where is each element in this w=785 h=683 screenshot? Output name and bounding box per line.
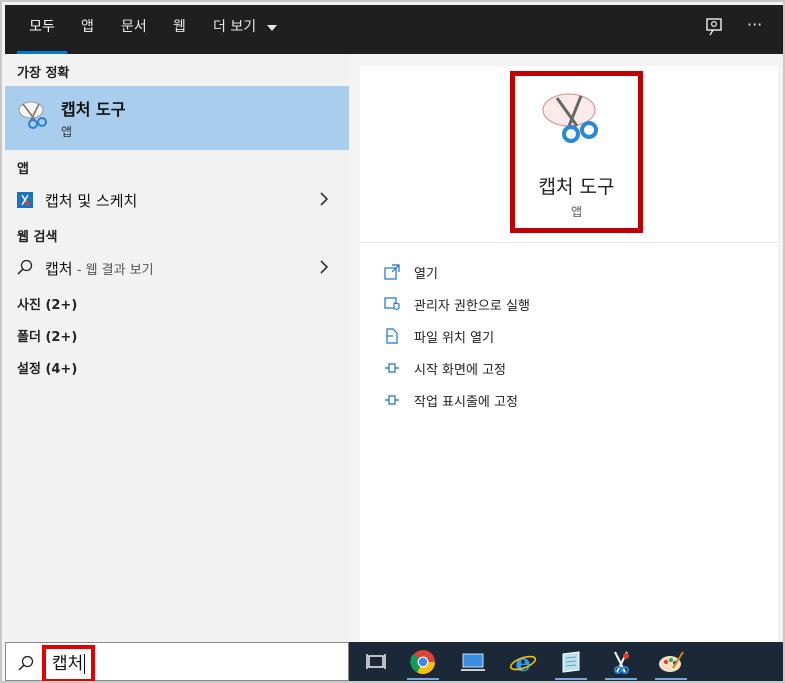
text-cursor <box>84 654 86 674</box>
chrome-icon[interactable] <box>407 646 439 680</box>
internet-explorer-icon[interactable]: e <box>507 646 539 678</box>
action-label: 파일 위치 열기 <box>414 331 495 346</box>
results-pane: 가장 정확 캡처 도구 앱 앱 캡처 및 스케치 웹 검색 캡처 - 웹 결과 … <box>5 54 349 642</box>
action-open-file-location[interactable]: 파일 위치 열기 <box>384 324 764 348</box>
notepad-icon[interactable] <box>555 646 587 680</box>
tab-all[interactable]: 모두 <box>17 5 67 54</box>
web-suffix: - 웹 결과 보기 <box>72 263 154 278</box>
snip-sketch-icon[interactable] <box>605 646 637 680</box>
best-match-subtitle: 앱 <box>61 125 73 139</box>
best-match-header: 가장 정확 <box>17 66 70 81</box>
chevron-down-icon <box>266 5 277 49</box>
more-icon[interactable]: ··· <box>747 15 771 39</box>
action-label: 작업 표시줄에 고정 <box>414 395 518 410</box>
best-match-title: 캡처 도구 <box>61 100 126 119</box>
chevron-right-icon[interactable] <box>317 259 331 274</box>
search-filter-bar: 모두 앱 문서 웹 더 보기 ··· <box>5 5 783 54</box>
action-run-as-admin[interactable]: 관리자 권한으로 실행 <box>384 292 764 316</box>
list-item-snip-sketch[interactable]: 캡처 및 스케치 <box>5 182 349 216</box>
photos-group[interactable]: 사진 (2+) <box>17 294 77 313</box>
snip-sketch-icon <box>17 192 33 212</box>
preview-subtitle: 앱 <box>570 205 583 219</box>
feedback-icon[interactable] <box>705 17 729 41</box>
task-view-icon[interactable] <box>360 646 392 678</box>
snipping-tool-icon <box>541 88 605 156</box>
apps-header: 앱 <box>17 162 29 177</box>
action-pin-to-start[interactable]: 시작 화면에 고정 <box>384 356 764 380</box>
action-pin-to-taskbar[interactable]: 작업 표시줄에 고정 <box>384 388 764 412</box>
search-query: 캡처 <box>52 654 84 674</box>
tab-web[interactable]: 웹 <box>173 5 186 54</box>
tab-apps[interactable]: 앱 <box>81 5 94 54</box>
chevron-right-icon[interactable] <box>317 191 331 206</box>
list-item-web-search[interactable]: 캡처 - 웹 결과 보기 <box>5 250 349 284</box>
admin-shield-icon <box>384 296 400 312</box>
best-match-item[interactable]: 캡처 도구 앱 <box>5 86 349 150</box>
search-window: 모두 앱 문서 웹 더 보기 ··· 가장 정확 캡처 도구 앱 앱 캡처 및 … <box>0 0 785 683</box>
preview-title: 캡처 도구 <box>538 176 615 198</box>
svg-text:e: e <box>515 648 530 677</box>
paint-icon[interactable] <box>655 646 687 680</box>
action-label: 관리자 권한으로 실행 <box>414 299 530 314</box>
search-box[interactable]: 캡처 <box>5 642 349 681</box>
web-query: 캡처 <box>45 260 73 278</box>
action-open[interactable]: 열기 <box>384 260 764 284</box>
this-pc-icon[interactable] <box>457 646 489 678</box>
action-label: 열기 <box>414 267 438 282</box>
web-search-header: 웹 검색 <box>17 230 58 245</box>
search-icon <box>18 655 34 675</box>
search-icon <box>17 259 33 279</box>
app-label: 캡처 및 스케치 <box>45 192 138 210</box>
search-input[interactable]: 캡처 <box>42 645 96 681</box>
app-preview-card[interactable]: 캡처 도구 앱 <box>510 71 643 233</box>
preview-pane: 캡처 도구 앱 열기 관리자 권한으로 실행 파일 위치 열기 시작 화면에 고… <box>360 66 778 642</box>
settings-group[interactable]: 설정 (4+) <box>17 358 77 377</box>
snipping-tool-icon <box>17 98 51 136</box>
web-search-label: 캡처 - 웹 결과 보기 <box>45 258 154 279</box>
pin-icon <box>384 360 400 376</box>
action-label: 시작 화면에 고정 <box>414 363 506 378</box>
tab-documents[interactable]: 문서 <box>121 5 147 54</box>
folders-group[interactable]: 폴더 (2+) <box>17 326 77 345</box>
open-icon <box>384 264 400 280</box>
divider <box>360 242 778 243</box>
tab-more-label: 더 보기 <box>213 19 257 35</box>
tab-more[interactable]: 더 보기 <box>213 5 277 54</box>
pin-icon <box>384 392 400 408</box>
file-location-icon <box>384 328 400 344</box>
